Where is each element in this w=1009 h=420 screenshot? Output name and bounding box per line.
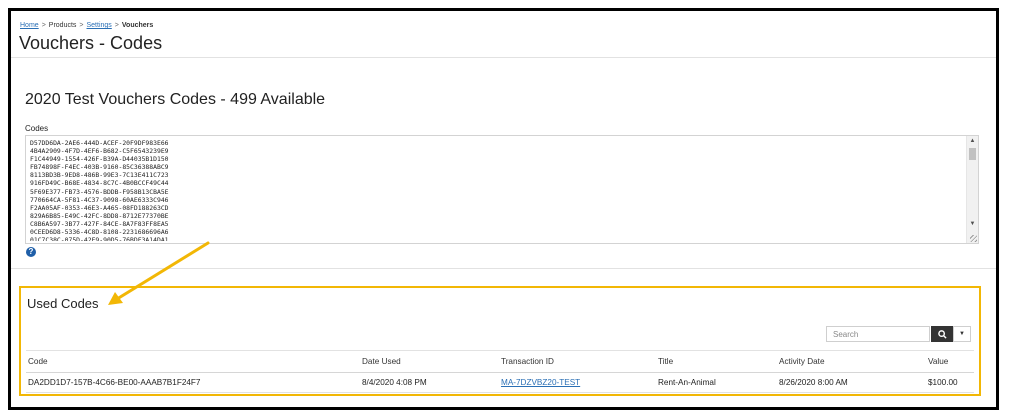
column-header-date-used[interactable]: Date Used [360,350,499,373]
breadcrumb-products: Products [48,22,77,29]
cell-value: $100.00 [926,372,974,393]
voucher-code-line: F1C44949-1554-426F-B39A-D44035B1D150 [30,155,169,164]
search-icon [937,329,947,339]
cell-activity-date: 8/26/2020 8:00 AM [777,372,926,393]
breadcrumb-separator: > [41,22,46,29]
page-title: Vouchers - Codes [19,33,163,53]
codes-list[interactable]: D57DD6DA-2AE6-444D-ACEF-20F9DF983E66 4B4A… [30,139,960,241]
column-header-code[interactable]: Code [26,350,360,373]
voucher-code-line: 0CEED6D8-5336-4C8D-8108-2231686696A6 [30,228,169,237]
used-codes-title: Used Codes [27,296,99,311]
scroll-up-arrow-icon[interactable]: ▲ [969,137,976,145]
column-header-activity-date[interactable]: Activity Date [777,350,926,373]
used-codes-table: Code Date Used Transaction ID Title Acti… [26,350,974,393]
breadcrumb-settings-link[interactable]: Settings [87,22,112,29]
voucher-code-line: F2AA05AF-0353-46E3-A465-08FD188263CD [30,203,169,212]
voucher-code-line: 8113BD3B-9ED8-486B-99E3-7C13E411C723 [30,171,169,180]
table-header-row: Code Date Used Transaction ID Title Acti… [26,350,974,373]
section-divider [11,268,996,269]
codes-label: Codes [25,124,49,133]
voucher-code-line: D57DD6DA-2AE6-444D-ACEF-20F9DF983E66 [30,139,169,147]
search-options-dropdown[interactable]: ▼ [953,326,971,342]
voucher-code-line: FB74898F-F4EC-403B-9160-85C36388ABC9 [30,163,169,172]
used-codes-panel: Used Codes ▼ Code Date Used Transaction … [19,286,981,396]
breadcrumb: Home > Products > Settings > Vouchers [20,22,153,29]
app-frame: Home > Products > Settings > Vouchers Vo… [8,8,999,410]
breadcrumb-separator: > [114,22,119,29]
cell-date-used: 8/4/2020 4:08 PM [360,372,499,393]
voucher-code-line: 829A6B85-E49C-42FC-8DD8-8712E77370BE [30,211,169,220]
voucher-code-line: C8B6A597-3B77-427F-84CE-8A7F83FF8EA5 [30,219,169,228]
column-header-value[interactable]: Value [926,350,974,373]
cell-code: DA2DD1D7-157B-4C66-BE00-AAAB7B1F24F7 [26,372,360,393]
breadcrumb-separator: > [79,22,84,29]
codes-textarea[interactable]: D57DD6DA-2AE6-444D-ACEF-20F9DF983E66 4B4A… [25,135,979,244]
breadcrumb-home-link[interactable]: Home [20,22,39,29]
column-header-transaction-id[interactable]: Transaction ID [499,350,656,373]
voucher-code-line: 01C7C38C-075D-42F9-90D5-76BDF3A14DA1 [30,236,169,241]
cell-title: Rent-An-Animal [656,372,777,393]
search-input[interactable] [826,326,930,342]
voucher-section-title: 2020 Test Vouchers Codes - 499 Available [25,91,326,108]
column-header-title[interactable]: Title [656,350,777,373]
voucher-code-line: 5F69E377-FB73-4576-BDDB-F958B13CBA5E [30,187,169,196]
breadcrumb-current: Vouchers [121,22,154,29]
search-button[interactable] [931,326,953,342]
codes-scrollbar[interactable]: ▲ ▼ [966,136,978,243]
scroll-down-arrow-icon[interactable]: ▼ [969,220,976,228]
help-circle-icon[interactable]: ? [26,247,36,257]
scroll-thumb[interactable] [969,148,976,160]
voucher-code-line: 916FD49C-B68E-4834-8C7C-4B0BCCF49C44 [30,179,169,188]
resize-handle-icon[interactable] [970,235,977,242]
page-header: Home > Products > Settings > Vouchers Vo… [11,11,996,58]
caret-down-icon: ▼ [959,331,965,337]
voucher-code-line: 4B4A2909-4F7D-4EF6-B682-C5F6543239E9 [30,147,169,156]
transaction-id-link[interactable]: MA-7DZVBZ20-TEST [501,378,580,387]
table-row: DA2DD1D7-157B-4C66-BE00-AAAB7B1F24F7 8/4… [26,372,974,393]
cell-transaction-id: MA-7DZVBZ20-TEST [499,372,656,393]
voucher-code-line: 770664CA-5F81-4C37-9098-60AE6333C946 [30,195,169,204]
